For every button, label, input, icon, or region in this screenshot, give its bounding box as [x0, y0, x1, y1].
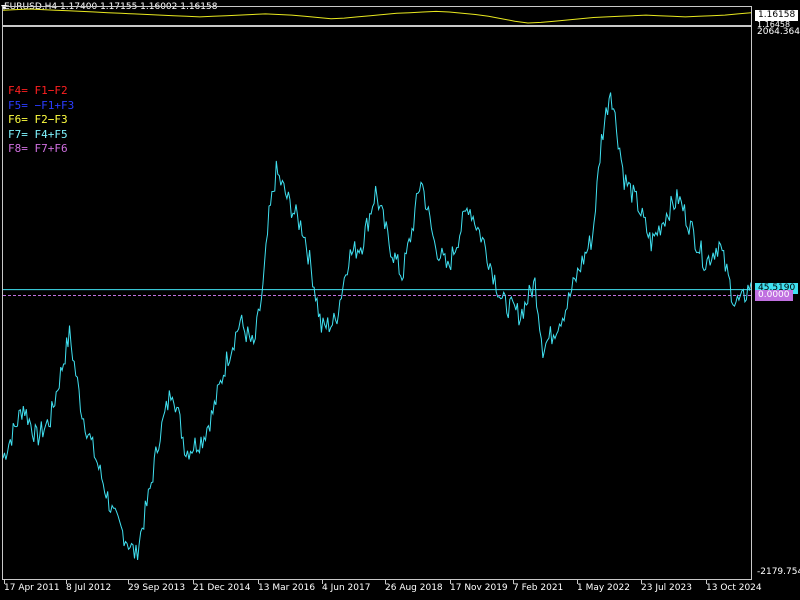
legend-item-f5: F5= −F1+F3: [8, 98, 75, 112]
x-tick-label: 29 Sep 2013: [128, 583, 186, 593]
x-tick-mark: [66, 580, 67, 584]
legend-item-f8: F8= F7+F6: [8, 142, 68, 155]
series-line: [2, 92, 752, 560]
x-tick-label: 7 Feb 2021: [513, 583, 564, 593]
formula-legend: F4= F1−F2 F5= −F1+F3 F6= F2−F3 F7= F4+F5…: [8, 84, 74, 157]
legend-item-f6: F6= F2−F3: [8, 113, 68, 126]
x-tick-mark: [258, 580, 259, 584]
legend-item-f7: F7= F4+F5: [8, 127, 68, 141]
x-tick-label: 17 Apr 2011: [4, 583, 60, 593]
legend-item-f4: F4= F1−F2: [8, 84, 68, 97]
x-tick-label: 8 Jul 2012: [66, 583, 112, 593]
x-tick-label: 26 Aug 2018: [385, 583, 443, 593]
x-tick-mark: [450, 580, 451, 584]
x-tick-label: 17 Nov 2019: [450, 583, 508, 593]
x-tick-label: 21 Dec 2014: [193, 583, 251, 593]
x-tick-mark: [513, 580, 514, 584]
zero-level-box: 0.0000: [755, 290, 793, 301]
top-pane-series-line: [2, 8, 752, 24]
x-tick-mark: [193, 580, 194, 584]
y-axis-bottom-label: -2179.754: [757, 567, 800, 577]
x-tick-label: 23 Jul 2023: [641, 583, 692, 593]
x-tick-mark: [641, 580, 642, 584]
x-tick-label: 4 Jun 2017: [322, 583, 371, 593]
x-tick-mark: [4, 580, 5, 584]
x-tick-mark: [385, 580, 386, 584]
x-tick-label: 1 May 2022: [577, 583, 630, 593]
y-axis-top-label: 2064.3645: [757, 27, 800, 37]
x-tick-label: 13 Mar 2016: [258, 583, 316, 593]
x-tick-mark: [128, 580, 129, 584]
x-tick-mark: [322, 580, 323, 584]
chart-canvas: [2, 8, 752, 560]
x-tick-mark: [706, 580, 707, 584]
x-tick-label: 13 Oct 2024: [706, 583, 762, 593]
x-tick-mark: [577, 580, 578, 584]
